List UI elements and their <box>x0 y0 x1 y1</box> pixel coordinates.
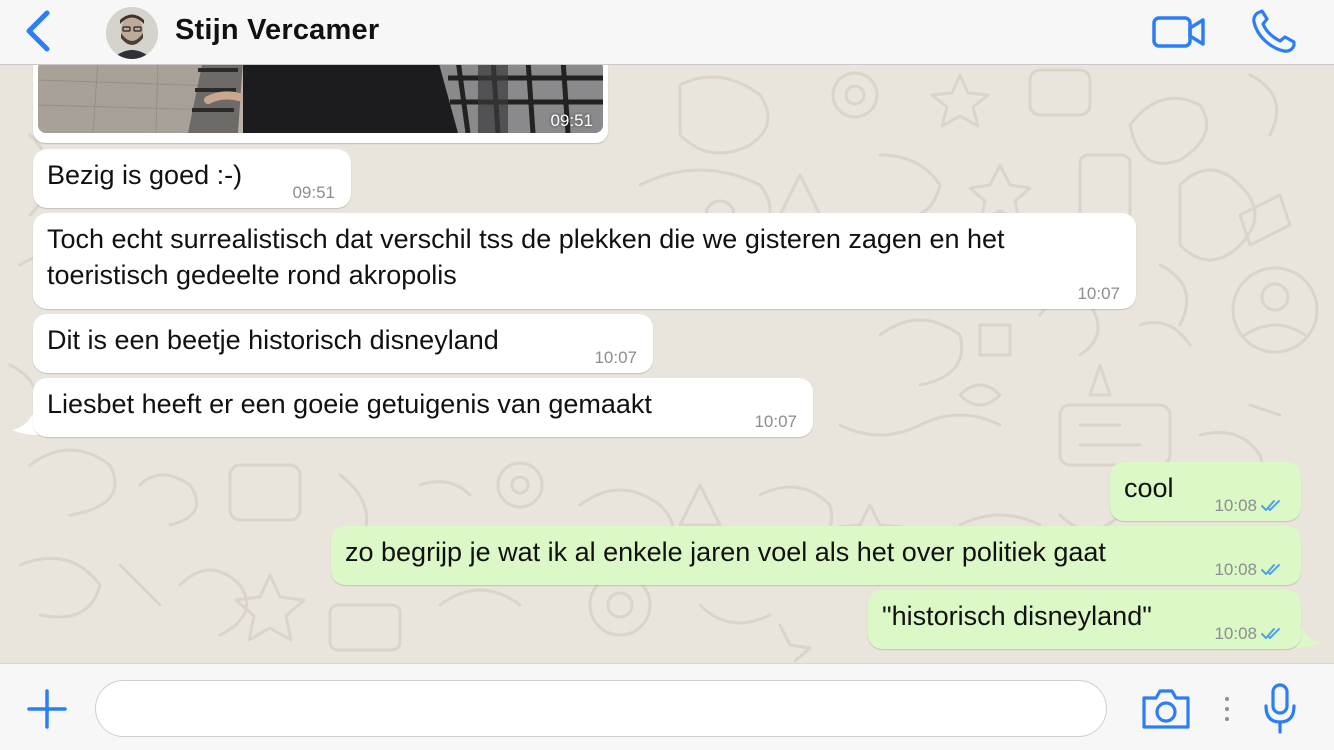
image-message[interactable]: 09:51 <box>33 65 608 143</box>
incoming-message[interactable]: Liesbet heeft er een goeie getuigenis va… <box>33 378 813 437</box>
incoming-message[interactable]: Toch echt surrealistisch dat verschil ts… <box>33 213 1136 309</box>
contact-name[interactable]: Stijn Vercamer <box>175 14 379 47</box>
message-text: zo begrijp je wat ik al enkele jaren voe… <box>345 537 1106 567</box>
outgoing-message[interactable]: cool 10:08 <box>1110 462 1301 521</box>
chat-header: Stijn Vercamer <box>0 0 1334 65</box>
video-camera-icon <box>1152 16 1205 48</box>
message-time: 10:07 <box>1077 284 1120 303</box>
voice-message-button[interactable] <box>1262 682 1298 736</box>
message-text-line: toeristisch gedeelte rond akropolis <box>47 260 457 290</box>
voice-call-button[interactable] <box>1248 6 1302 56</box>
plus-icon <box>27 689 67 729</box>
message-text-line: Toch echt surrealistisch dat verschil ts… <box>47 224 1005 254</box>
message-time: 10:07 <box>754 412 797 431</box>
back-button[interactable] <box>18 8 58 54</box>
incoming-message[interactable]: Bezig is goed :-) 09:51 <box>33 149 351 208</box>
message-list[interactable]: 09:51 Bezig is goed :-) 09:51 Toch echt … <box>0 65 1334 663</box>
microphone-icon <box>1264 683 1296 734</box>
read-receipt-icon <box>1261 500 1280 511</box>
outgoing-message[interactable]: "historisch disneyland" 10:08 <box>868 590 1301 649</box>
message-time: 09:51 <box>292 183 335 202</box>
photo-thumbnail[interactable]: 09:51 <box>38 65 603 133</box>
message-time: 10:08 <box>1214 496 1257 515</box>
message-time: 10:08 <box>1214 560 1257 579</box>
message-time: 09:51 <box>550 111 593 130</box>
message-time: 10:08 <box>1214 624 1257 643</box>
composer-bar <box>0 663 1334 750</box>
message-input[interactable] <box>95 680 1107 737</box>
avatar[interactable] <box>106 7 158 59</box>
incoming-message[interactable]: Dit is een beetje historisch disneyland … <box>33 314 653 373</box>
phone-icon <box>1252 9 1296 53</box>
outgoing-message[interactable]: zo begrijp je wat ik al enkele jaren voe… <box>331 526 1301 585</box>
more-icon <box>1225 697 1229 721</box>
attach-button[interactable] <box>26 688 68 730</box>
message-text: Dit is een beetje historisch disneyland <box>47 325 499 355</box>
chevron-left-icon <box>26 10 50 52</box>
camera-button[interactable] <box>1140 686 1192 732</box>
message-text: Liesbet heeft er een goeie getuigenis va… <box>47 389 652 419</box>
video-call-button[interactable] <box>1150 10 1208 54</box>
read-receipt-icon <box>1261 628 1280 639</box>
camera-icon <box>1142 689 1190 729</box>
read-receipt-icon <box>1261 564 1280 575</box>
message-time: 10:07 <box>594 348 637 367</box>
